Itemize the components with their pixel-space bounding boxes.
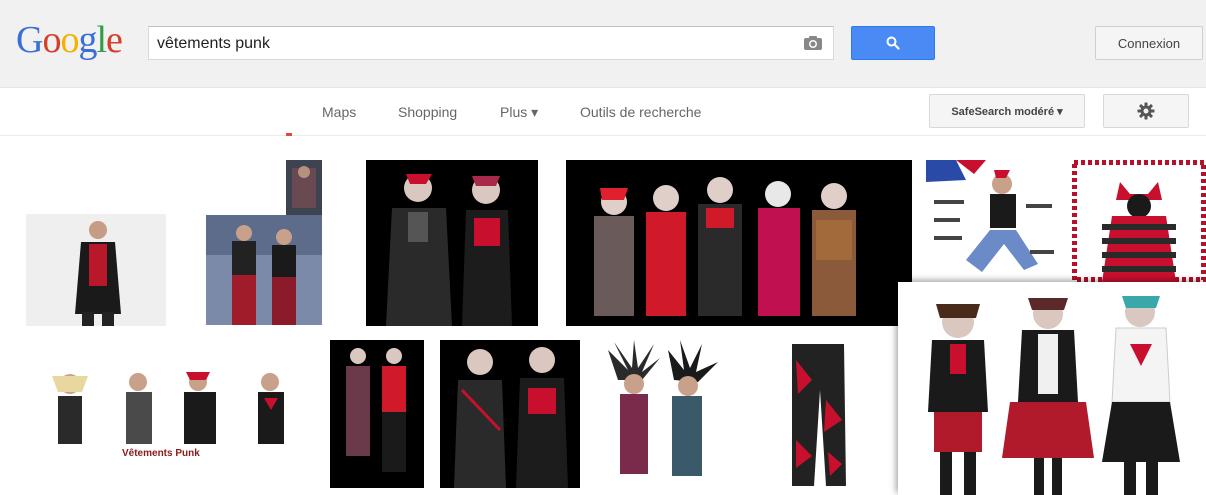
image-caption: Vêtements Punk bbox=[122, 448, 200, 459]
image-result[interactable] bbox=[440, 340, 580, 488]
image-result[interactable] bbox=[206, 215, 322, 325]
search-icon bbox=[886, 36, 900, 50]
image-thumbnail bbox=[206, 215, 322, 325]
gear-icon bbox=[1137, 102, 1155, 120]
image-result[interactable] bbox=[38, 362, 308, 452]
settings-button[interactable] bbox=[1103, 94, 1189, 128]
image-thumbnail bbox=[38, 362, 308, 452]
image-result[interactable] bbox=[366, 160, 538, 326]
google-logo[interactable]: Google bbox=[16, 18, 123, 62]
camera-icon[interactable] bbox=[803, 35, 823, 51]
safesearch-button[interactable]: SafeSearch modéré ▾ bbox=[929, 94, 1085, 128]
nav-item-search-tools[interactable]: Outils de recherche bbox=[580, 104, 701, 120]
nav-item-maps[interactable]: Maps bbox=[322, 104, 356, 120]
image-thumbnail bbox=[1072, 160, 1206, 282]
image-thumbnail bbox=[778, 340, 858, 490]
logo-letter: l bbox=[96, 19, 107, 61]
image-result[interactable] bbox=[26, 214, 166, 326]
search-input[interactable] bbox=[157, 33, 777, 55]
image-result[interactable] bbox=[778, 340, 858, 490]
image-result[interactable] bbox=[598, 340, 724, 488]
image-preview-popout[interactable] bbox=[898, 282, 1206, 495]
logo-letter: e bbox=[106, 19, 123, 61]
image-thumbnail bbox=[440, 340, 580, 488]
image-thumbnail bbox=[598, 340, 724, 488]
search-button[interactable] bbox=[851, 26, 935, 60]
image-thumbnail bbox=[566, 160, 912, 326]
image-thumbnail bbox=[286, 160, 322, 215]
image-thumbnail bbox=[366, 160, 538, 326]
image-result[interactable] bbox=[286, 160, 322, 215]
image-thumbnail bbox=[926, 160, 1062, 282]
nav-item-shopping[interactable]: Shopping bbox=[398, 104, 457, 120]
logo-letter: o bbox=[42, 19, 61, 61]
active-tab-indicator bbox=[286, 133, 292, 136]
image-result[interactable] bbox=[330, 340, 424, 488]
sign-in-button[interactable]: Connexion bbox=[1095, 26, 1203, 60]
logo-letter: G bbox=[16, 19, 43, 61]
image-thumbnail bbox=[898, 282, 1206, 495]
image-thumbnail bbox=[26, 214, 166, 326]
image-result[interactable] bbox=[1072, 160, 1206, 282]
image-result[interactable] bbox=[926, 160, 1062, 282]
nav-item-more[interactable]: Plus ▾ bbox=[500, 104, 538, 121]
image-result[interactable] bbox=[566, 160, 912, 326]
top-bar: Google Connexion bbox=[0, 0, 1206, 88]
logo-letter: g bbox=[78, 19, 97, 61]
logo-letter: o bbox=[60, 19, 79, 61]
image-thumbnail bbox=[330, 340, 424, 488]
search-box[interactable] bbox=[148, 26, 834, 60]
